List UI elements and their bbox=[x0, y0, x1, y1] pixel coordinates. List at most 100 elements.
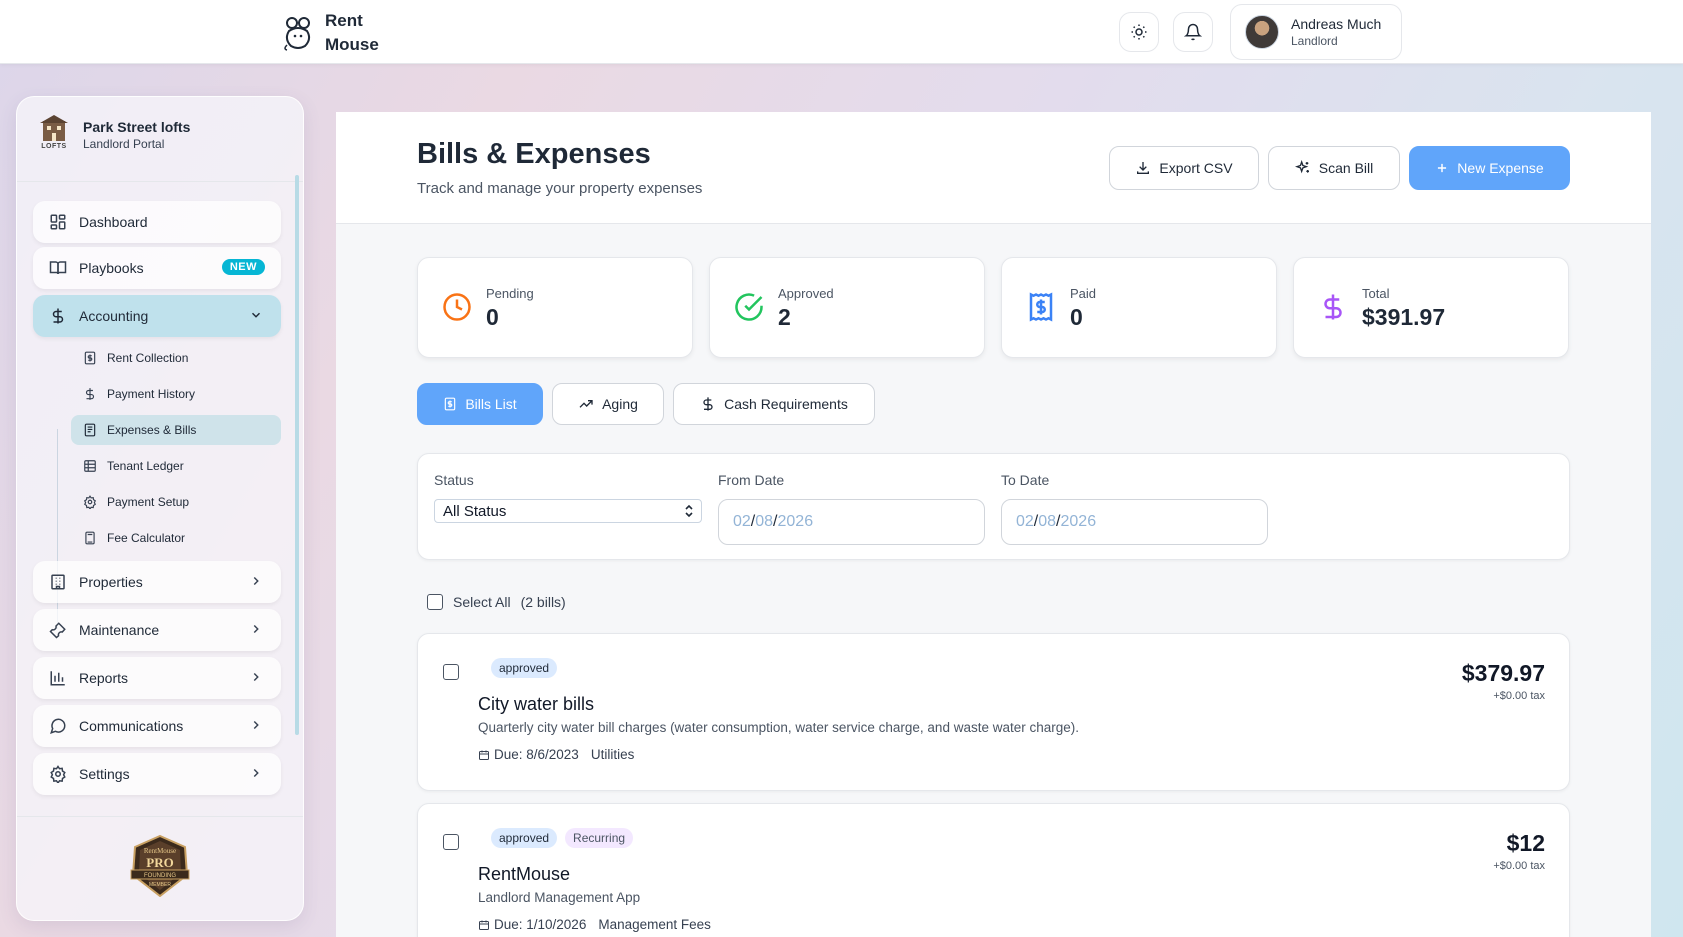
bill-card[interactable]: approved Recurring RentMouse Landlord Ma… bbox=[417, 803, 1570, 937]
sidebar-item-properties[interactable]: Properties bbox=[33, 561, 281, 603]
stat-value: $391.97 bbox=[1362, 304, 1446, 330]
sidebar-item-communications[interactable]: Communications bbox=[33, 705, 281, 747]
status-badge: approved bbox=[491, 658, 558, 678]
bill-count: (2 bills) bbox=[520, 594, 566, 610]
sparkles-icon bbox=[1294, 160, 1309, 174]
export-csv-button[interactable]: Export CSV bbox=[1109, 146, 1259, 190]
from-date-input[interactable]: 02/08/2026 bbox=[718, 499, 985, 545]
stat-label: Total bbox=[1362, 286, 1390, 301]
property-subtitle: Landlord Portal bbox=[83, 137, 165, 151]
chevron-right-icon bbox=[253, 672, 259, 682]
property-switcher[interactable]: LOFTS Park Street lofts Landlord Portal bbox=[39, 115, 190, 155]
stat-value: 2 bbox=[778, 304, 791, 330]
receipt-icon bbox=[84, 351, 96, 365]
gear-icon bbox=[83, 495, 97, 509]
badge-line-1: RentMouse bbox=[144, 847, 176, 855]
theme-toggle-button[interactable] bbox=[1119, 12, 1159, 52]
bar-chart-icon bbox=[50, 671, 65, 686]
stat-value: 0 bbox=[1070, 304, 1083, 330]
sidebar-item-accounting[interactable]: Accounting bbox=[33, 295, 281, 337]
main-content: Bills & Expenses Track and manage your p… bbox=[336, 112, 1651, 937]
brand-line-2: Mouse bbox=[325, 35, 379, 54]
tab-bills-list[interactable]: Bills List bbox=[417, 383, 543, 425]
stat-label: Approved bbox=[778, 286, 834, 301]
property-logo: LOFTS bbox=[39, 115, 69, 155]
sidebar-item-dashboard[interactable]: Dashboard bbox=[33, 201, 281, 243]
bill-due-date: Due: 1/10/2026 bbox=[494, 917, 587, 932]
bill-tax: +$0.00 tax bbox=[1493, 860, 1545, 872]
to-date-input[interactable]: 02/08/2026 bbox=[1001, 499, 1268, 545]
badge-line-3: FOUNDING bbox=[144, 873, 176, 879]
user-menu[interactable]: Andreas Much Landlord bbox=[1230, 4, 1402, 60]
sidebar-item-label: Dashboard bbox=[79, 214, 148, 230]
sidebar-subitem-rent-collection[interactable]: Rent Collection bbox=[71, 343, 281, 373]
chevron-right-icon bbox=[253, 720, 259, 730]
bill-checkbox[interactable] bbox=[443, 664, 459, 680]
receipt-icon bbox=[1029, 292, 1053, 322]
select-all-checkbox[interactable] bbox=[427, 594, 443, 610]
page-header: Bills & Expenses Track and manage your p… bbox=[336, 112, 1651, 224]
sidebar-subitem-label: Expenses & Bills bbox=[107, 423, 197, 437]
new-expense-label: New Expense bbox=[1457, 160, 1544, 176]
status-select-value: All Status bbox=[443, 502, 507, 520]
sidebar-subitem-expenses-bills[interactable]: Expenses & Bills bbox=[71, 415, 281, 445]
chevron-right-icon bbox=[253, 576, 259, 586]
bill-due-date: Due: 8/6/2023 bbox=[494, 747, 579, 762]
chevron-right-icon bbox=[253, 768, 259, 778]
sidebar-item-label: Playbooks bbox=[79, 260, 144, 276]
scan-bill-button[interactable]: Scan Bill bbox=[1268, 146, 1400, 190]
sidebar-subitem-payment-setup[interactable]: Payment Setup bbox=[71, 487, 281, 517]
receipt-icon bbox=[84, 423, 96, 437]
sidebar-item-playbooks[interactable]: Playbooks NEW bbox=[33, 247, 281, 289]
sidebar-scrollbar[interactable] bbox=[295, 175, 299, 735]
bill-checkbox[interactable] bbox=[443, 834, 459, 850]
stat-card-paid: Paid 0 bbox=[1001, 257, 1277, 358]
brand-line-1: Rent bbox=[325, 11, 363, 30]
sidebar-subitem-tenant-ledger[interactable]: Tenant Ledger bbox=[71, 451, 281, 481]
sidebar: LOFTS Park Street lofts Landlord Portal … bbox=[16, 96, 304, 921]
from-date-label: From Date bbox=[718, 472, 785, 488]
from-date-day: 08 bbox=[755, 513, 774, 530]
chevron-down-icon bbox=[251, 312, 261, 318]
stat-label: Paid bbox=[1070, 286, 1097, 301]
bill-card[interactable]: approved City water bills Quarterly city… bbox=[417, 633, 1570, 791]
sidebar-item-settings[interactable]: Settings bbox=[33, 753, 281, 795]
status-select[interactable]: All Status bbox=[434, 499, 702, 523]
calculator-icon bbox=[85, 531, 95, 545]
from-date-year: 2026 bbox=[777, 513, 814, 530]
gear-icon bbox=[50, 765, 66, 783]
notifications-button[interactable] bbox=[1173, 12, 1213, 52]
bill-amount: $12 bbox=[1506, 830, 1545, 856]
tab-label: Aging bbox=[602, 396, 638, 412]
wrench-icon bbox=[49, 622, 66, 639]
divider bbox=[17, 816, 303, 817]
sidebar-subitem-payment-history[interactable]: Payment History bbox=[71, 379, 281, 409]
bill-title: City water bills bbox=[478, 694, 595, 714]
bill-amount: $379.97 bbox=[1461, 660, 1545, 686]
select-all[interactable]: Select All (2 bills) bbox=[427, 594, 566, 610]
trending-up-icon bbox=[579, 400, 593, 408]
sidebar-item-label: Maintenance bbox=[79, 622, 160, 638]
sidebar-item-label: Accounting bbox=[79, 308, 149, 324]
brand[interactable]: Rent Mouse bbox=[283, 9, 379, 57]
tab-cash-requirements[interactable]: Cash Requirements bbox=[673, 383, 875, 425]
sidebar-item-label: Communications bbox=[79, 718, 184, 734]
stat-card-total: Total $391.97 bbox=[1293, 257, 1569, 358]
property-name: Park Street lofts bbox=[83, 119, 191, 135]
pro-founding-member-badge: RentMouse PRO FOUNDING MEMBER bbox=[130, 835, 190, 897]
sidebar-item-maintenance[interactable]: Maintenance bbox=[33, 609, 281, 651]
to-date-year: 2026 bbox=[1060, 513, 1097, 530]
building-icon bbox=[51, 574, 65, 590]
sidebar-subitem-fee-calculator[interactable]: Fee Calculator bbox=[71, 523, 281, 553]
bill-title: RentMouse bbox=[478, 864, 571, 884]
from-date-month: 02 bbox=[733, 513, 751, 530]
new-badge: NEW bbox=[221, 259, 265, 275]
sidebar-item-reports[interactable]: Reports bbox=[33, 657, 281, 699]
new-expense-button[interactable]: New Expense bbox=[1409, 146, 1570, 190]
divider bbox=[17, 181, 303, 182]
bell-icon bbox=[1184, 23, 1202, 41]
user-role: Landlord bbox=[1291, 34, 1338, 48]
mouse-logo-icon bbox=[284, 17, 311, 51]
tab-aging[interactable]: Aging bbox=[552, 383, 664, 425]
dollar-icon bbox=[85, 388, 95, 400]
